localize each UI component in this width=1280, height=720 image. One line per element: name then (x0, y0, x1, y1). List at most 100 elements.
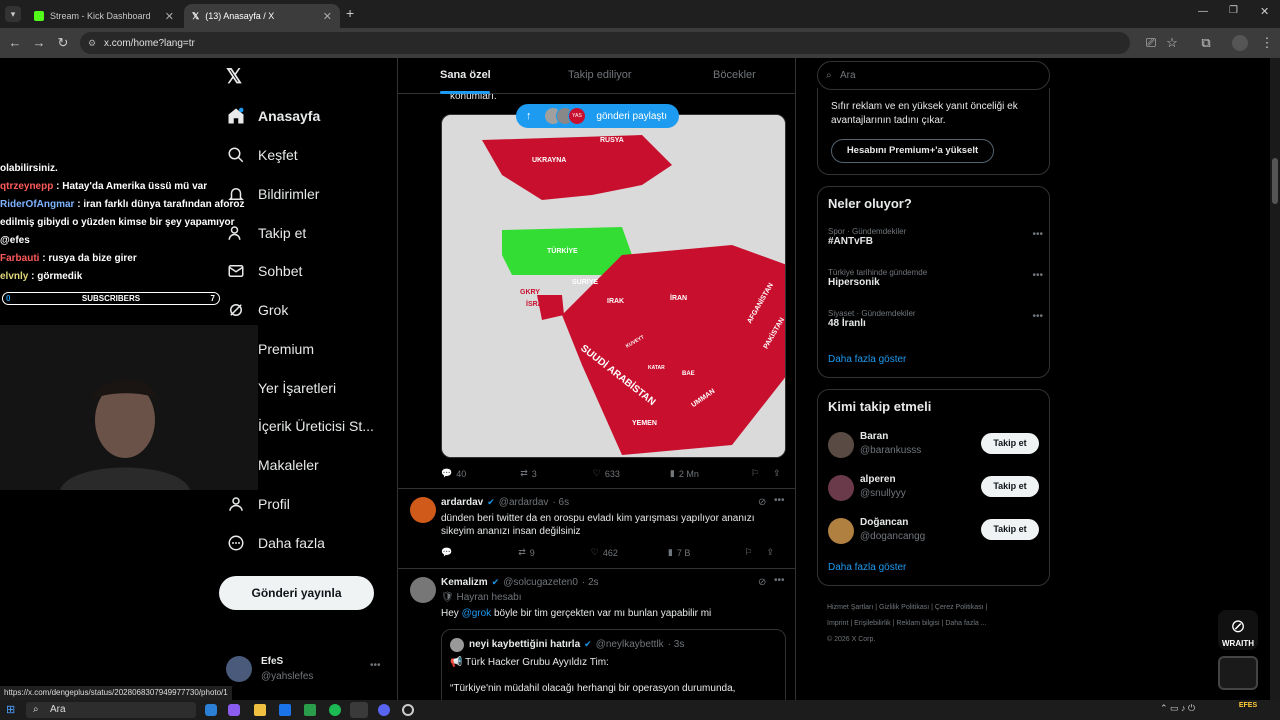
map-label: BAE (682, 371, 695, 377)
footer-link[interactable]: Reklam bilgisi (896, 620, 939, 627)
more-icon[interactable]: ••• (1032, 270, 1043, 281)
bookmark-icon[interactable]: ⚐ (744, 547, 752, 558)
reload-icon[interactable]: ↻ (54, 34, 72, 52)
follow-button[interactable]: Takip et (981, 476, 1039, 497)
new-tab-icon[interactable]: + (346, 5, 354, 21)
footer-link[interactable]: Erişilebilirlik (854, 620, 891, 627)
chrome-icon-active[interactable] (350, 702, 368, 718)
extensions-icon[interactable]: ⧉ (1197, 34, 1215, 52)
tab-search-icon[interactable]: ▾ (5, 6, 21, 22)
follow-suggestion[interactable]: alperen @snullyyy Takip et (828, 473, 1041, 505)
menu-icon[interactable]: ⋮ (1258, 34, 1276, 52)
avatar (828, 432, 854, 458)
bookmark-icon[interactable]: ⚐ (751, 468, 759, 479)
spotify-icon[interactable] (329, 704, 341, 716)
nav-grok[interactable]: Grok (226, 295, 288, 325)
obs-icon[interactable] (402, 704, 414, 716)
mail-app-icon[interactable] (279, 704, 291, 716)
more-icon[interactable]: ••• (774, 495, 785, 506)
reply-icon[interactable]: 💬 (441, 468, 452, 479)
like-icon[interactable]: ♡ (591, 547, 599, 558)
discord-icon[interactable] (378, 704, 390, 716)
trend-item[interactable]: Siyaset · Gündemdekiler 48 İranlı ••• (828, 309, 1043, 329)
mention-link[interactable]: @grok (462, 608, 492, 619)
address-bar[interactable]: ⚙ x.com/home?lang=tr (80, 32, 1130, 54)
page-scrollbar[interactable] (1270, 58, 1280, 700)
search-input[interactable]: ⌕ Ara (817, 61, 1050, 90)
repost-icon[interactable]: ⇄ (520, 468, 528, 479)
account-switcher[interactable]: EfeS @yahslefes ••• (226, 652, 386, 688)
folder-icon[interactable] (254, 704, 266, 716)
close-icon[interactable]: ✕ (323, 10, 332, 23)
footer-link[interactable]: Daha fazla ... (945, 620, 986, 627)
tweet-author-handle[interactable]: @solcugazeten0 (503, 577, 578, 588)
more-icon[interactable]: ••• (774, 575, 785, 586)
footer-link[interactable]: Hizmet Şartları (827, 604, 873, 611)
nav-home[interactable]: Anasayfa (226, 101, 320, 131)
profile-avatar[interactable] (1232, 35, 1248, 51)
post-button[interactable]: Gönderi yayınla (219, 576, 374, 610)
new-posts-toast[interactable]: ↑ YAS gönderi paylaştı (516, 104, 679, 128)
stream-chat: olabilirsiniz. qtrzeynepp : Hatay'da Ame… (0, 160, 258, 286)
forward-icon[interactable]: → (30, 34, 48, 52)
close-window-icon[interactable]: ✕ (1260, 5, 1269, 18)
footer-link[interactable]: Gizlilik Politikası (879, 604, 929, 611)
tab-following[interactable]: Takip ediliyor (568, 69, 632, 81)
share-icon[interactable]: ⇪ (773, 468, 781, 479)
tab-for-you[interactable]: Sana özel (440, 69, 491, 81)
tweet-author-name[interactable]: ardardav (441, 497, 483, 508)
taskbar-search[interactable]: ⌕ Ara (26, 702, 196, 718)
nav-label: Takip et (258, 225, 307, 241)
more-icon[interactable]: ••• (1032, 311, 1043, 322)
reply-icon[interactable]: 💬 (441, 547, 452, 558)
cast-icon[interactable]: ⎚ (1142, 34, 1160, 52)
more-icon[interactable]: ••• (370, 660, 381, 671)
views-count: 2 Mn (678, 468, 699, 479)
show-more-link[interactable]: Daha fazla göster (828, 562, 906, 573)
close-icon[interactable]: ✕ (165, 10, 174, 23)
tweet-time[interactable]: · 6s (552, 497, 569, 508)
trend-item[interactable]: Spor · Gündemdekiler #ANTvFB ••• (828, 227, 1043, 247)
badge-icon: 🛡 (441, 592, 457, 603)
minimize-icon[interactable]: — (1198, 6, 1208, 17)
tweet-author-handle[interactable]: @ardardav (499, 497, 549, 508)
follow-suggestion[interactable]: Baran @barankusss Takip et (828, 430, 1041, 462)
follow-button[interactable]: Takip et (981, 519, 1039, 540)
tweet[interactable]: ardardav ✔ @ardardav · 6s ⊘ ••• dünden b… (398, 488, 795, 568)
tweet-author-name[interactable]: Kemalizm (441, 577, 488, 588)
copilot-icon[interactable] (228, 704, 240, 716)
x-logo-icon[interactable]: 𝕏 (226, 64, 248, 88)
repost-icon[interactable]: ⇄ (518, 547, 526, 558)
avatar[interactable] (410, 577, 436, 603)
footer-link[interactable]: Imprint (827, 620, 848, 627)
tab-x-home[interactable]: 𝕏 (13) Anasayfa / X ✕ (184, 4, 340, 28)
show-more-link[interactable]: Daha fazla göster (828, 354, 906, 365)
tweet[interactable]: Kemalizm ✔ @solcugazeten0 · 2s ⊘ ••• 🛡 H… (398, 568, 795, 720)
bookmark-star-icon[interactable]: ☆ (1163, 34, 1181, 52)
like-icon[interactable]: ♡ (593, 468, 601, 479)
tweet-map-image[interactable]: RUSYA UKRAYNA TÜRKİYE GKRY İSRAİL SURİYE… (441, 114, 786, 458)
back-icon[interactable]: ← (6, 34, 24, 52)
footer-link[interactable]: Çerez Politikası (935, 604, 984, 611)
more-icon[interactable]: ••• (1032, 229, 1043, 240)
follow-suggestion[interactable]: Doğancan @dogancangg Takip et (828, 516, 1041, 548)
tray-icons[interactable]: ⌃ ▭ ♪ ⏻ (1160, 703, 1195, 714)
follow-button[interactable]: Takip et (981, 433, 1039, 454)
premium-upgrade-button[interactable]: Hesabını Premium+'a yükselt (831, 139, 994, 163)
restore-icon[interactable]: ❐ (1229, 5, 1238, 16)
nav-profile[interactable]: Profil (226, 489, 290, 519)
avatar[interactable] (410, 497, 436, 523)
grok-icon[interactable]: ⊘ (758, 497, 766, 508)
tab-bocekler[interactable]: Böcekler (713, 69, 756, 81)
tweet-time[interactable]: · 2s (582, 577, 599, 588)
nav-more[interactable]: Daha fazla (226, 528, 325, 558)
trend-item[interactable]: Türkiye tarihinde gündemde Hipersonik ••… (828, 268, 1043, 288)
site-info-icon[interactable]: ⚙ (88, 38, 96, 49)
windows-start-icon[interactable]: ⊞ (6, 703, 15, 716)
grok-icon[interactable]: ⊘ (758, 577, 766, 588)
spreadsheet-icon[interactable] (304, 704, 316, 716)
share-icon[interactable]: ⇪ (766, 547, 774, 558)
tab-kick-dashboard[interactable]: Stream - Kick Dashboard ✕ (26, 4, 182, 28)
edge-icon[interactable] (205, 704, 217, 716)
map-label: GKRY (520, 289, 540, 296)
